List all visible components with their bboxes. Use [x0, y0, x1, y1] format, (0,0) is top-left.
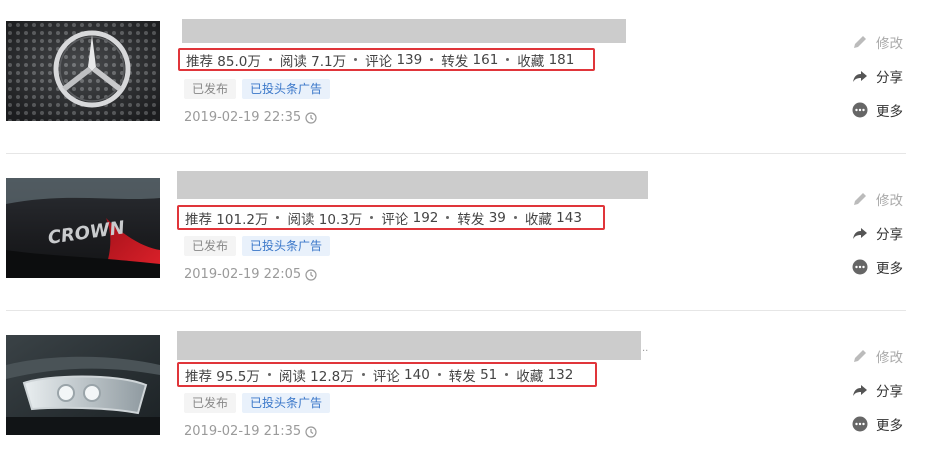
more-dots-icon — [852, 102, 868, 118]
stat-read: 阅读 7.1万 — [261, 50, 346, 70]
crown-badge-photo: CROWN — [6, 178, 160, 278]
share-label: 分享 — [876, 384, 903, 400]
stat-favorite: 收藏 132 — [497, 365, 573, 385]
more-button[interactable]: 更多 — [852, 257, 903, 277]
article-stats-highlight: 推荐 95.5万 阅读 12.8万 评论 140 转发 51 收藏 132 — [177, 362, 597, 387]
more-dots-icon — [852, 259, 868, 275]
stat-favorite: 收藏 143 — [506, 208, 582, 228]
divider — [6, 310, 906, 311]
article-thumbnail[interactable] — [6, 21, 160, 121]
stat-forward: 转发 51 — [430, 365, 497, 385]
pencil-icon — [854, 350, 866, 362]
clock-icon — [305, 268, 317, 281]
more-label: 更多 — [876, 104, 903, 120]
article-title-redacted[interactable] — [177, 171, 648, 199]
pencil-icon — [854, 36, 866, 48]
article-publish-time: 2019-02-19 21:35 — [184, 424, 317, 439]
stat-recommend: 推荐 95.5万 — [185, 368, 260, 385]
share-arrow-icon — [853, 228, 867, 239]
share-arrow-icon — [853, 71, 867, 82]
status-badge-published: 已发布 — [184, 236, 237, 256]
stat-forward: 转发 161 — [422, 50, 498, 70]
publish-time-text: 2019-02-19 21:35 — [184, 424, 302, 439]
clock-icon — [305, 425, 317, 438]
stat-comment: 评论 140 — [354, 365, 430, 385]
edit-label: 修改 — [876, 350, 903, 366]
article-title-redacted[interactable] — [177, 331, 641, 360]
article-title-redacted[interactable] — [182, 19, 626, 43]
status-badge-ad: 已投头条广告 — [242, 393, 331, 413]
mercedes-emblem-photo — [6, 21, 160, 121]
divider — [6, 153, 906, 154]
status-badge-ad: 已投头条广告 — [242, 79, 331, 99]
edit-button[interactable]: 修改 — [852, 32, 903, 52]
edit-label: 修改 — [876, 36, 903, 52]
article-thumbnail[interactable]: CROWN — [6, 178, 160, 278]
pencil-icon — [854, 193, 866, 205]
car-headlight-photo — [6, 335, 160, 435]
stat-forward: 转发 39 — [438, 208, 506, 228]
publish-time-text: 2019-02-19 22:05 — [184, 267, 302, 282]
share-button[interactable]: 分享 — [852, 223, 903, 243]
article-tags: 已发布 已投头条广告 — [184, 236, 331, 256]
stat-favorite: 收藏 181 — [498, 50, 574, 70]
status-badge-published: 已发布 — [184, 79, 237, 99]
edit-label: 修改 — [876, 193, 903, 209]
article-thumbnail[interactable] — [6, 335, 160, 435]
more-button[interactable]: 更多 — [852, 100, 903, 120]
edit-button[interactable]: 修改 — [852, 189, 903, 209]
stat-recommend: 推荐 101.2万 — [185, 211, 269, 228]
publish-time-text: 2019-02-19 22:35 — [184, 110, 302, 125]
share-label: 分享 — [876, 70, 903, 86]
status-badge-ad: 已投头条广告 — [242, 236, 331, 256]
share-button[interactable]: 分享 — [852, 66, 903, 86]
article-publish-time: 2019-02-19 22:05 — [184, 267, 317, 282]
more-label: 更多 — [876, 261, 903, 277]
edit-button[interactable]: 修改 — [852, 346, 903, 366]
stat-read: 阅读 10.3万 — [268, 208, 362, 228]
stat-comment: 评论 192 — [362, 208, 438, 228]
article-stats-highlight: 推荐 85.0万 阅读 7.1万 评论 139 转发 161 收藏 181 — [178, 48, 595, 71]
share-arrow-icon — [853, 385, 867, 396]
stat-recommend: 推荐 85.0万 — [186, 53, 261, 70]
article-tags: 已发布 已投头条广告 — [184, 79, 331, 99]
share-button[interactable]: 分享 — [852, 380, 903, 400]
more-label: 更多 — [876, 418, 903, 434]
article-publish-time: 2019-02-19 22:35 — [184, 110, 317, 125]
clock-icon — [305, 111, 317, 124]
status-badge-published: 已发布 — [184, 393, 237, 413]
article-stats-highlight: 推荐 101.2万 阅读 10.3万 评论 192 转发 39 收藏 143 — [177, 205, 605, 230]
share-label: 分享 — [876, 227, 903, 243]
stat-comment: 评论 139 — [346, 50, 422, 70]
stat-read: 阅读 12.8万 — [260, 365, 354, 385]
title-overflow-dots: ·· — [642, 346, 649, 357]
more-dots-icon — [852, 416, 868, 432]
more-button[interactable]: 更多 — [852, 414, 903, 434]
article-tags: 已发布 已投头条广告 — [184, 393, 331, 413]
